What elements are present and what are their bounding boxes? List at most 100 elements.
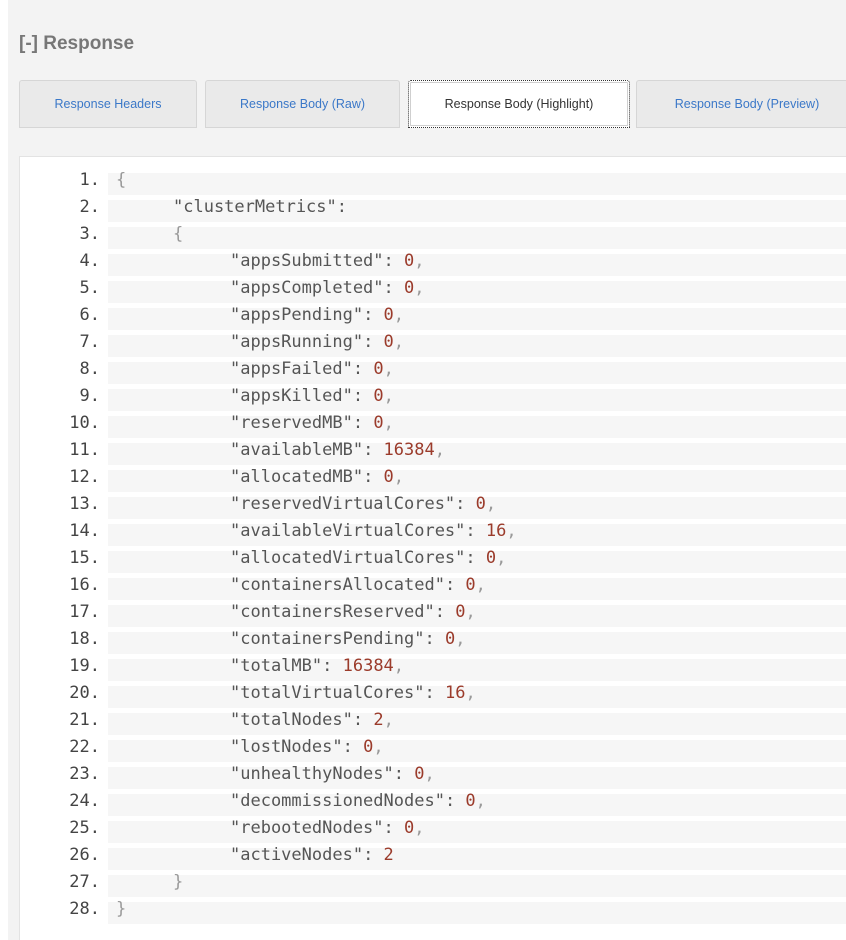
code-text: "reservedMB": 0, — [230, 410, 394, 437]
json-number-value: 0 — [373, 359, 384, 379]
code-line: 18. "containersPending": 0, — [20, 626, 846, 654]
json-key: "allocatedMB" — [230, 467, 364, 487]
line-number: 10. — [69, 413, 100, 433]
code-text: "totalVirtualCores": 16, — [230, 680, 476, 707]
code-text: "appsRunning": 0, — [230, 329, 404, 356]
json-separator: : — [383, 251, 405, 271]
code-text: "reservedVirtualCores": 0, — [230, 491, 496, 518]
json-separator: : — [383, 818, 405, 838]
code-line: 23. "unhealthyNodes": 0, — [20, 761, 846, 789]
json-separator: : — [424, 683, 445, 703]
line-number: 15. — [69, 548, 100, 568]
json-number-value: 0 — [465, 791, 476, 811]
json-key: "reservedVirtualCores" — [230, 494, 456, 514]
code-line: 24. "decommissionedNodes": 0, — [20, 788, 846, 816]
json-number-value: 0 — [383, 305, 394, 325]
code-text: "totalNodes": 2, — [230, 707, 394, 734]
response-body-code: 1. {2. "clusterMetrics": 3. {4. "appsSubmitte… — [19, 156, 846, 940]
json-key: "availableVirtualCores" — [230, 521, 466, 541]
json-separator: : — [352, 710, 374, 730]
json-separator: : — [352, 386, 374, 406]
code-text: "appsSubmitted": 0, — [230, 248, 425, 275]
json-comma: , — [414, 818, 425, 838]
code-line-band — [108, 173, 846, 195]
json-comma: , — [383, 710, 394, 730]
json-comma: , — [475, 575, 486, 595]
json-number-value: 0 — [404, 818, 415, 838]
tab-response-body-raw[interactable]: Response Body (Raw) — [205, 80, 400, 128]
line-number: 21. — [69, 710, 100, 730]
json-separator: : — [444, 575, 466, 595]
code-line: 1. { — [20, 167, 846, 195]
code-line-band — [108, 875, 846, 897]
code-line: 20. "totalVirtualCores": 16, — [20, 680, 846, 708]
json-separator: : — [363, 845, 384, 865]
response-title[interactable]: [-] Response — [19, 33, 134, 55]
code-text: "clusterMetrics": — [173, 194, 347, 221]
line-number: 11. — [69, 440, 100, 460]
json-separator: : — [434, 602, 456, 622]
json-key: "appsRunning" — [230, 332, 364, 352]
line-number: 27. — [69, 872, 100, 892]
json-number-value: 0 — [444, 629, 456, 649]
json-number-value: 16 — [485, 521, 507, 541]
code-line-band — [108, 659, 846, 681]
json-separator: : — [363, 440, 384, 460]
json-punctuation: { — [173, 224, 184, 244]
json-punctuation: : — [336, 197, 348, 217]
json-comma: , — [434, 440, 445, 460]
code-line: 28.} — [20, 896, 846, 924]
json-comma: , — [424, 764, 435, 784]
json-number-value: 16 — [444, 683, 466, 703]
json-comma: , — [455, 629, 466, 649]
json-number-value: 0 — [455, 602, 466, 622]
json-separator: : — [363, 332, 384, 352]
tab-response-body-preview[interactable]: Response Body (Preview) — [636, 80, 846, 128]
code-text: { — [173, 221, 183, 248]
line-number: 13. — [69, 494, 100, 514]
code-line: 9. "appsKilled": 0, — [20, 383, 846, 411]
json-comma: , — [393, 467, 405, 487]
json-number-value: 0 — [414, 764, 425, 784]
code-text: "appsKilled": 0, — [230, 383, 394, 410]
json-number-value: 0 — [485, 548, 497, 568]
code-line: 26. "activeNodes": 2 — [20, 842, 846, 870]
json-comma: , — [465, 602, 476, 622]
response-tabs: Response Headers Response Body (Raw) Res… — [19, 80, 846, 130]
line-number: 9. — [79, 386, 100, 406]
code-text: "allocatedVirtualCores": 0, — [230, 545, 506, 572]
tab-response-headers[interactable]: Response Headers — [19, 80, 197, 128]
json-key: "clusterMetrics" — [173, 197, 337, 217]
code-line: 21. "totalNodes": 2, — [20, 707, 846, 735]
json-comma: , — [506, 521, 517, 541]
code-line: 12. "allocatedMB": 0, — [20, 464, 846, 492]
code-text: } — [116, 896, 126, 923]
json-key: "appsPending" — [230, 305, 364, 325]
json-comma: , — [485, 494, 497, 514]
json-punctuation: } — [173, 872, 184, 892]
json-number-value: 2 — [383, 845, 394, 865]
json-key: "totalNodes" — [230, 710, 353, 730]
json-key: "containersPending" — [230, 629, 425, 649]
code-line: 10. "reservedMB": 0, — [20, 410, 846, 438]
code-line-band — [108, 227, 846, 249]
json-number-value: 0 — [373, 413, 384, 433]
code-line-band — [108, 605, 846, 627]
json-separator: : — [383, 278, 405, 298]
code-line: 22. "lostNodes": 0, — [20, 734, 846, 762]
code-line: 2. "clusterMetrics": — [20, 194, 846, 222]
json-key: "availableMB" — [230, 440, 364, 460]
code-text: "containersReserved": 0, — [230, 599, 476, 626]
json-key: "totalVirtualCores" — [230, 683, 425, 703]
json-key: "totalMB" — [230, 656, 323, 676]
line-number: 4. — [79, 251, 100, 271]
line-number: 8. — [79, 359, 100, 379]
code-text: "lostNodes": 0, — [230, 734, 384, 761]
json-comma: , — [393, 656, 405, 676]
tab-response-body-highlight[interactable]: Response Body (Highlight) — [408, 80, 630, 128]
json-punctuation: { — [116, 170, 127, 190]
json-number-value: 0 — [373, 386, 384, 406]
code-text: } — [173, 869, 183, 896]
code-line-band — [108, 362, 846, 384]
json-comma: , — [414, 278, 425, 298]
